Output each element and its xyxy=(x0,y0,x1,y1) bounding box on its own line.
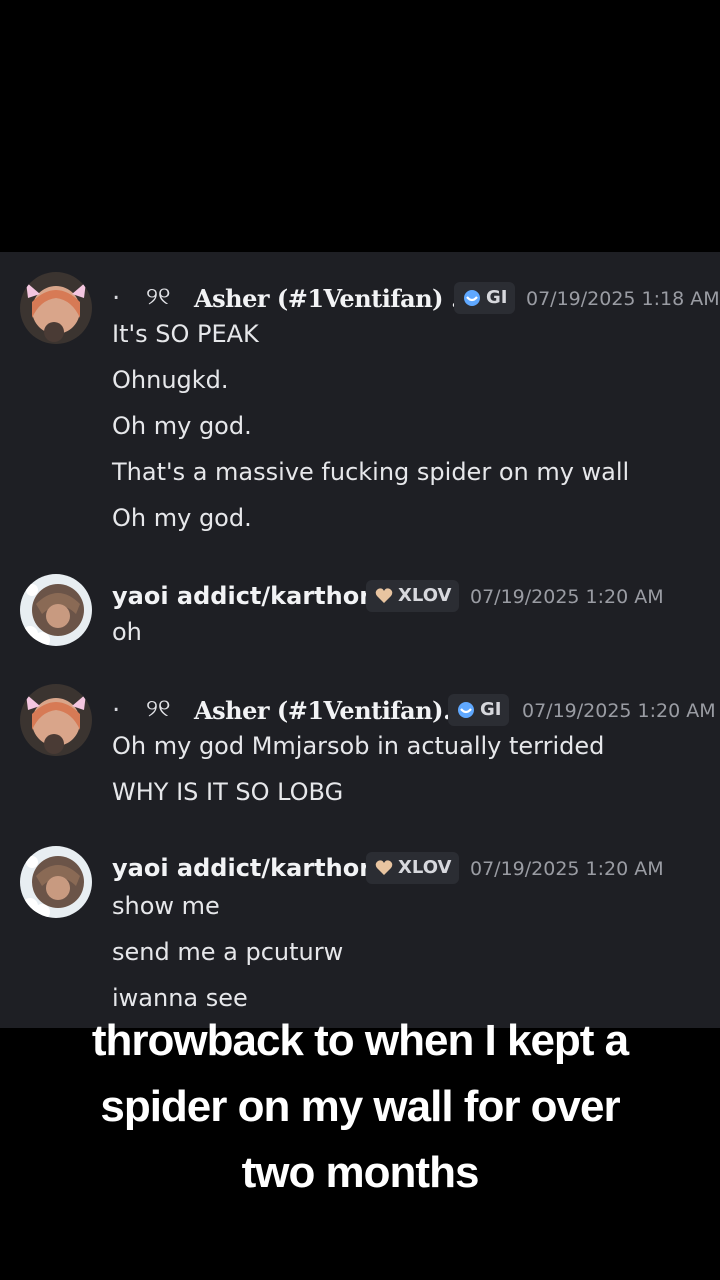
username-prefix-glyph: ୨୧ xyxy=(146,694,171,722)
server-tag-label: XLOV xyxy=(398,857,452,878)
caption-line: two months xyxy=(241,1148,480,1197)
timestamp: 07/19/2025 1:20 AM xyxy=(470,586,664,608)
message-text: WHY IS IT SO LOBG xyxy=(112,778,344,806)
avatar[interactable] xyxy=(20,846,92,918)
message-text: Oh my god Mmjarsob in actually terrided xyxy=(112,732,605,760)
username[interactable]: Asher (#1Ventifan) . ... xyxy=(194,284,491,313)
avatar[interactable] xyxy=(20,574,92,646)
message-header: . ୨୧ Asher (#1Ventifan)... GI 07/19/2025… xyxy=(112,688,716,730)
username[interactable]: yaoi addict/karthon xyxy=(112,854,376,882)
message-text: That's a massive fucking spider on my wa… xyxy=(112,458,630,486)
heart-icon xyxy=(375,860,393,875)
message-text: Oh my god. xyxy=(112,412,252,440)
message-text: oh xyxy=(112,618,142,646)
server-tag[interactable]: GI xyxy=(448,694,510,726)
server-tag-label: GI xyxy=(480,699,502,720)
chat-panel: . ୨୧ Asher (#1Ventifan) . ... GI 07/19/2… xyxy=(0,252,720,1028)
server-tag-label: GI xyxy=(486,287,508,308)
server-tag[interactable]: GI xyxy=(454,282,516,314)
server-tag[interactable]: XLOV xyxy=(366,580,460,612)
username[interactable]: yaoi addict/karthon xyxy=(112,582,376,610)
blue-swirl-icon xyxy=(458,702,474,718)
avatar-image xyxy=(20,272,92,344)
caption-line: spider on my wall for over xyxy=(100,1082,620,1131)
username-prefix-dot: . xyxy=(112,276,121,306)
message-header: yaoi addict/karthon XLOV 07/19/2025 1:20… xyxy=(112,852,712,886)
message-text: Ohnugkd. xyxy=(112,366,229,394)
server-tag[interactable]: XLOV xyxy=(366,852,460,884)
username[interactable]: Asher (#1Ventifan)... xyxy=(194,696,467,725)
video-caption: throwback to when I kept a spider on my … xyxy=(0,1008,720,1206)
timestamp: 07/19/2025 1:18 AM xyxy=(526,288,720,310)
heart-icon xyxy=(375,588,393,603)
blue-swirl-icon xyxy=(464,290,480,306)
avatar[interactable] xyxy=(20,272,92,344)
avatar-image xyxy=(20,846,92,918)
caption-line: throwback to when I kept a xyxy=(91,1016,629,1065)
avatar[interactable] xyxy=(20,684,92,756)
username-prefix-dot: . xyxy=(112,688,121,718)
message-text: It's SO PEAK xyxy=(112,320,259,348)
message-header: . ୨୧ Asher (#1Ventifan) . ... GI 07/19/2… xyxy=(112,276,720,318)
message-text: send me a pcuturw xyxy=(112,938,344,966)
message-text: Oh my god. xyxy=(112,504,252,532)
message-text: show me xyxy=(112,892,220,920)
message-header: yaoi addict/karthon XLOV 07/19/2025 1:20… xyxy=(112,580,712,614)
timestamp: 07/19/2025 1:20 AM xyxy=(470,858,664,880)
server-tag-label: XLOV xyxy=(398,585,452,606)
avatar-image xyxy=(20,684,92,756)
username-prefix-glyph: ୨୧ xyxy=(146,282,171,310)
avatar-image xyxy=(20,574,92,646)
timestamp: 07/19/2025 1:20 AM xyxy=(522,700,716,722)
